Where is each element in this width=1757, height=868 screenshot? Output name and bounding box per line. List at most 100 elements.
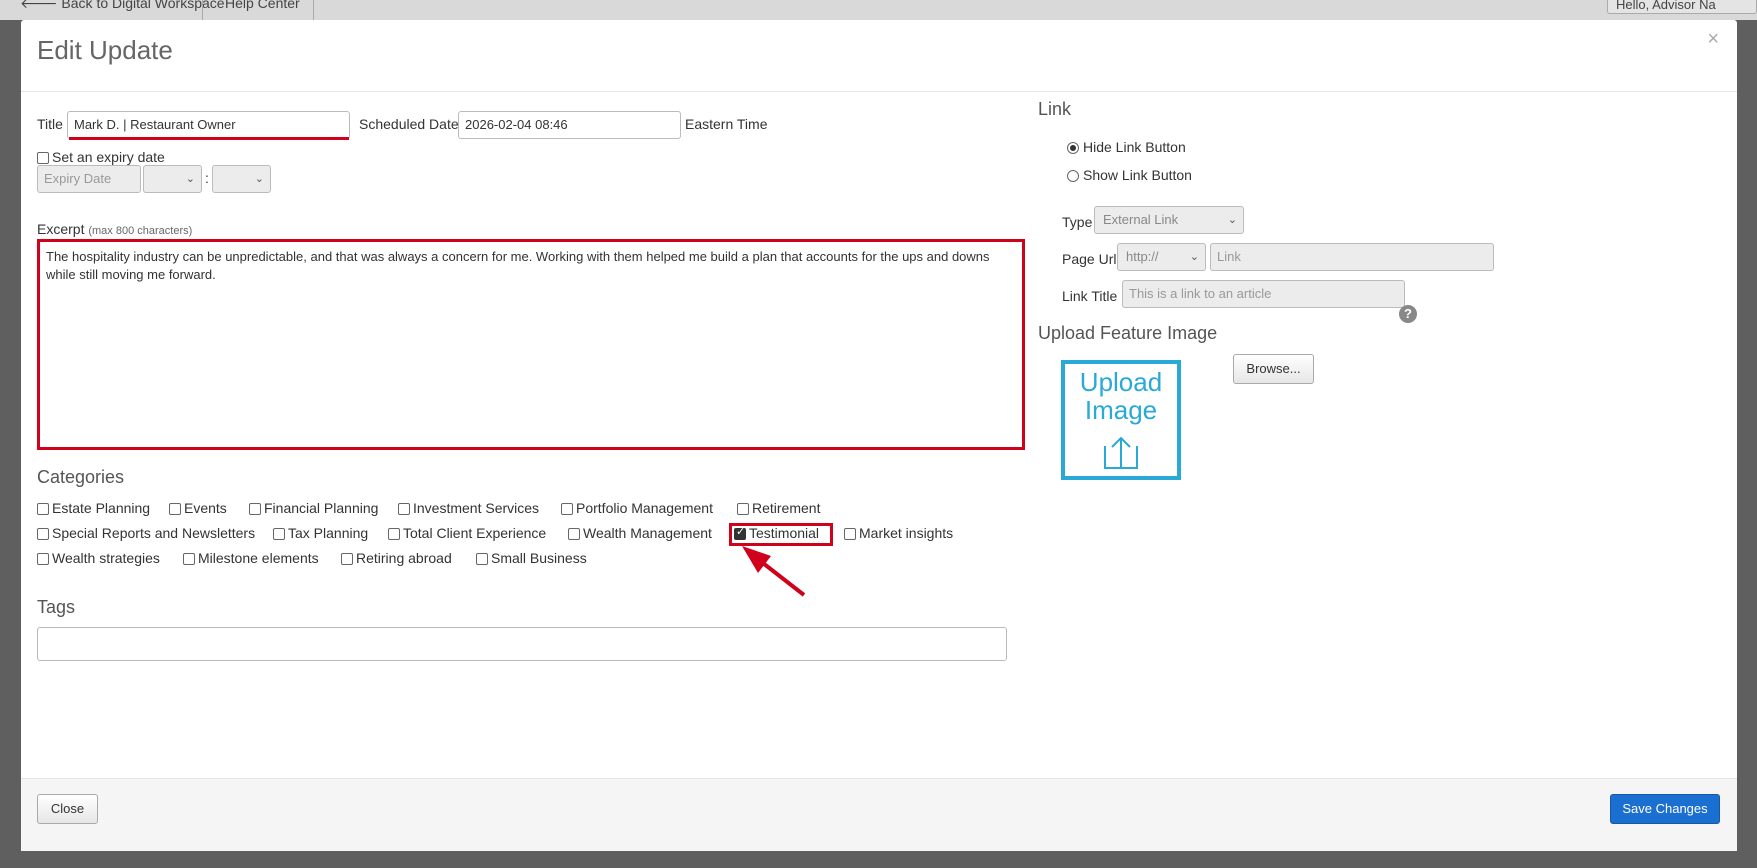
timezone-label: Eastern Time	[685, 116, 768, 132]
category-wealth-strategies[interactable]: Wealth strategies	[37, 550, 160, 566]
category-checkbox[interactable]	[169, 503, 181, 515]
category-financial-planning[interactable]: Financial Planning	[249, 500, 378, 516]
category-testimonial[interactable]: Testimonial	[734, 525, 819, 541]
category-label: Financial Planning	[264, 500, 379, 516]
category-label: Total Client Experience	[403, 525, 547, 541]
category-label: Estate Planning	[52, 500, 151, 516]
category-checkbox[interactable]	[341, 553, 353, 565]
category-label: Wealth strategies	[52, 550, 160, 566]
category-checkbox[interactable]	[37, 528, 49, 540]
category-retiring-abroad[interactable]: Retiring abroad	[341, 550, 452, 566]
chevron-down-icon: ⌄	[185, 173, 195, 185]
close-button[interactable]: Close	[37, 794, 98, 824]
category-checkbox[interactable]	[568, 528, 580, 540]
upload-image-text: Upload Image	[1079, 367, 1163, 425]
save-changes-button[interactable]: Save Changes	[1610, 794, 1720, 824]
category-label: Investment Services	[413, 500, 540, 516]
expiry-date-input[interactable]: Expiry Date	[37, 165, 141, 193]
hide-link-label: Hide Link Button	[1083, 139, 1186, 155]
scheduled-date-label: Scheduled Date	[359, 116, 459, 132]
modal-footer: Close Save Changes	[21, 778, 1737, 851]
browse-button[interactable]: Browse...	[1233, 354, 1314, 384]
type-label: Type	[1062, 214, 1093, 230]
title-label: Title	[37, 116, 63, 132]
protocol-value: http://	[1126, 249, 1159, 264]
show-link-radio[interactable]	[1067, 170, 1079, 182]
category-label: Retiring abroad	[356, 550, 452, 566]
category-checkbox[interactable]	[844, 528, 856, 540]
modal-header: Edit Update ×	[21, 20, 1737, 92]
help-center-link[interactable]: Help Center	[225, 0, 300, 11]
protocol-select[interactable]: http:// ⌄	[1117, 243, 1206, 271]
category-total-client-experience[interactable]: Total Client Experience	[388, 525, 546, 541]
category-events[interactable]: Events	[169, 500, 227, 516]
link-url-input[interactable]: Link	[1210, 243, 1494, 271]
expiry-hour-select[interactable]: ⌄	[143, 165, 202, 193]
excerpt-label: Excerpt (max 800 characters)	[37, 221, 192, 237]
category-wealth-management[interactable]: Wealth Management	[568, 525, 712, 541]
divider	[202, 0, 203, 20]
category-checkbox[interactable]	[249, 503, 261, 515]
link-title-input[interactable]: This is a link to an article	[1122, 280, 1405, 308]
excerpt-label-text: Excerpt	[37, 221, 85, 237]
category-label: Portfolio Management	[576, 500, 713, 516]
category-checkbox-checked[interactable]	[734, 525, 746, 540]
hide-link-radio[interactable]	[1067, 142, 1079, 154]
category-checkbox[interactable]	[737, 503, 749, 515]
categories-heading: Categories	[37, 467, 125, 487]
chevron-down-icon: ⌄	[1227, 214, 1237, 226]
close-icon[interactable]: ×	[1707, 28, 1719, 51]
expiry-checkbox-label: Set an expiry date	[52, 149, 165, 165]
page-url-label: Page Url	[1062, 251, 1117, 267]
category-label: Testimonial	[749, 525, 820, 541]
category-checkbox[interactable]	[183, 553, 195, 565]
category-checkbox[interactable]	[476, 553, 488, 565]
category-label: Retirement	[752, 500, 821, 516]
title-input[interactable]: Mark D. | Restaurant Owner	[67, 111, 350, 139]
category-investment-services[interactable]: Investment Services	[398, 500, 539, 516]
upload-arrow-icon	[1104, 436, 1138, 469]
category-checkbox[interactable]	[388, 528, 400, 540]
category-checkbox[interactable]	[37, 503, 49, 515]
show-link-label: Show Link Button	[1083, 167, 1192, 183]
category-label: Events	[184, 500, 227, 516]
excerpt-hint: (max 800 characters)	[88, 225, 193, 237]
expiry-checkbox-row[interactable]: Set an expiry date	[37, 149, 165, 165]
show-link-option[interactable]: Show Link Button	[1067, 167, 1192, 183]
chevron-down-icon: ⌄	[254, 173, 264, 185]
upload-heading: Upload Feature Image	[1038, 323, 1218, 343]
category-milestone-elements[interactable]: Milestone elements	[183, 550, 319, 566]
category-retirement[interactable]: Retirement	[737, 500, 820, 516]
hide-link-option[interactable]: Hide Link Button	[1067, 139, 1186, 155]
scheduled-date-input[interactable]: 2026-02-04 08:46	[458, 111, 681, 139]
excerpt-textarea[interactable]: The hospitality industry can be unpredic…	[37, 239, 1025, 450]
help-icon[interactable]: ?	[1399, 305, 1417, 323]
back-to-workspace-link[interactable]: 🡐 Back to Digital Workspace	[20, 0, 225, 12]
time-separator: :	[205, 170, 209, 186]
expiry-checkbox[interactable]	[37, 152, 49, 164]
category-checkbox[interactable]	[273, 528, 285, 540]
edit-update-modal: Edit Update × Title Mark D. | Restaurant…	[21, 20, 1737, 851]
category-checkbox[interactable]	[561, 503, 573, 515]
link-title-label: Link Title	[1062, 288, 1118, 304]
tags-heading: Tags	[37, 597, 76, 617]
link-type-select[interactable]: External Link ⌄	[1094, 206, 1244, 234]
category-portfolio-management[interactable]: Portfolio Management	[561, 500, 713, 516]
category-label: Special Reports and Newsletters	[52, 525, 256, 541]
background-topbar: 🡐 Back to Digital Workspace Help Center …	[0, 0, 1757, 20]
category-checkbox[interactable]	[37, 553, 49, 565]
link-type-value: External Link	[1103, 212, 1179, 227]
category-market-insights[interactable]: Market insights	[844, 525, 953, 541]
category-small-business[interactable]: Small Business	[476, 550, 587, 566]
category-tax-planning[interactable]: Tax Planning	[273, 525, 368, 541]
category-special-reports[interactable]: Special Reports and Newsletters	[37, 525, 255, 541]
user-greeting[interactable]: Hello, Advisor Na	[1607, 0, 1757, 14]
modal-title: Edit Update	[37, 35, 173, 65]
category-checkbox[interactable]	[398, 503, 410, 515]
tags-input[interactable]	[37, 627, 1007, 661]
category-label: Market insights	[859, 525, 954, 541]
category-label: Wealth Management	[583, 525, 712, 541]
expiry-minute-select[interactable]: ⌄	[212, 165, 271, 193]
upload-image-box[interactable]: Upload Image	[1061, 360, 1181, 480]
category-estate-planning[interactable]: Estate Planning	[37, 500, 150, 516]
